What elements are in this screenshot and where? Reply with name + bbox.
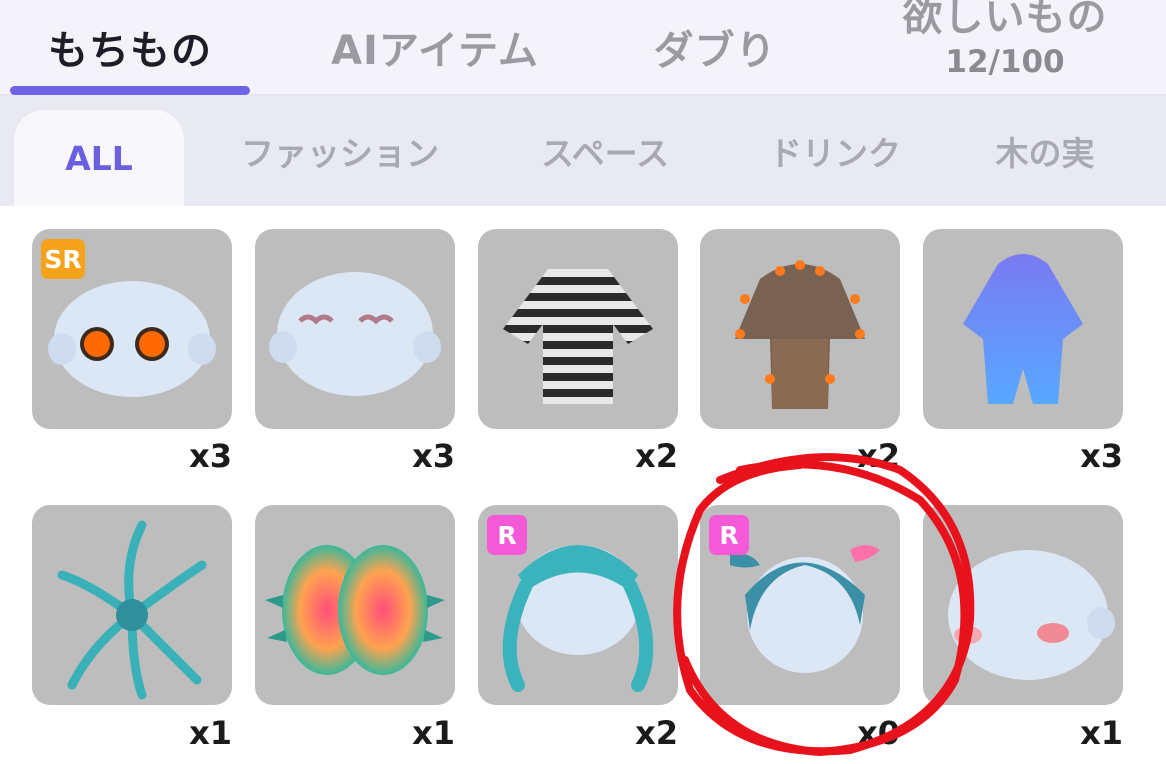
item-count: x1 bbox=[412, 714, 455, 752]
category-filter-bar: ALL ファッション スペース ドリンク 木の実 bbox=[0, 95, 1166, 206]
rarity-badge-sr: SR bbox=[41, 239, 85, 279]
active-tab-indicator bbox=[10, 86, 250, 95]
item-count: x0 bbox=[857, 714, 900, 752]
item-card[interactable] bbox=[923, 505, 1123, 705]
tab-mochimono[interactable]: もちもの bbox=[10, 0, 250, 94]
item-card[interactable] bbox=[700, 229, 900, 429]
category-all[interactable]: ALL bbox=[14, 110, 184, 206]
purple-slime-outfit-icon bbox=[963, 254, 1083, 404]
tab-label: 欲しいもの bbox=[902, 0, 1108, 40]
item-card[interactable] bbox=[32, 505, 232, 705]
item-count: x1 bbox=[189, 714, 232, 752]
tab-wishlist[interactable]: 欲しいもの 12/100 bbox=[860, 0, 1150, 94]
tab-duplicates[interactable]: ダブり bbox=[620, 0, 810, 94]
item-count: x2 bbox=[635, 437, 678, 475]
main-tab-bar: もちもの AIアイテム ダブり 欲しいもの 12/100 bbox=[0, 0, 1166, 95]
item-card[interactable] bbox=[478, 229, 678, 429]
item-count: x2 bbox=[857, 437, 900, 475]
item-card[interactable] bbox=[923, 229, 1123, 429]
wishlist-counter: 12/100 bbox=[945, 44, 1065, 80]
item-card[interactable] bbox=[255, 229, 455, 429]
flytrap-mouth-icon bbox=[265, 545, 445, 675]
item-count: x3 bbox=[189, 437, 232, 475]
striped-sweater-icon bbox=[503, 269, 653, 404]
rarity-badge-r: R bbox=[709, 515, 749, 555]
item-card[interactable]: R bbox=[700, 505, 900, 705]
item-card[interactable] bbox=[255, 505, 455, 705]
item-count: x3 bbox=[412, 437, 455, 475]
category-space[interactable]: スペース bbox=[510, 95, 700, 206]
category-nuts[interactable]: 木の実 bbox=[970, 95, 1120, 206]
rarity-badge-r: R bbox=[487, 515, 527, 555]
item-count: x3 bbox=[1080, 437, 1123, 475]
category-drink[interactable]: ドリンク bbox=[740, 95, 930, 206]
item-count: x1 bbox=[1080, 714, 1123, 752]
item-count: x2 bbox=[635, 714, 678, 752]
seaweed-spider-icon bbox=[57, 520, 207, 700]
tab-ai-items[interactable]: AIアイテム bbox=[300, 0, 570, 94]
face-sleepy-icon bbox=[269, 272, 441, 396]
category-fashion[interactable]: ファッション bbox=[210, 95, 470, 206]
tab-label: ダブり bbox=[653, 28, 777, 74]
tab-label: AIアイテム bbox=[331, 28, 539, 74]
item-card[interactable]: SR bbox=[32, 229, 232, 429]
brown-spiky-cloak-icon bbox=[735, 260, 865, 409]
item-card[interactable]: R bbox=[478, 505, 678, 705]
tab-label: もちもの bbox=[48, 28, 212, 74]
blush-face-icon bbox=[948, 550, 1115, 680]
